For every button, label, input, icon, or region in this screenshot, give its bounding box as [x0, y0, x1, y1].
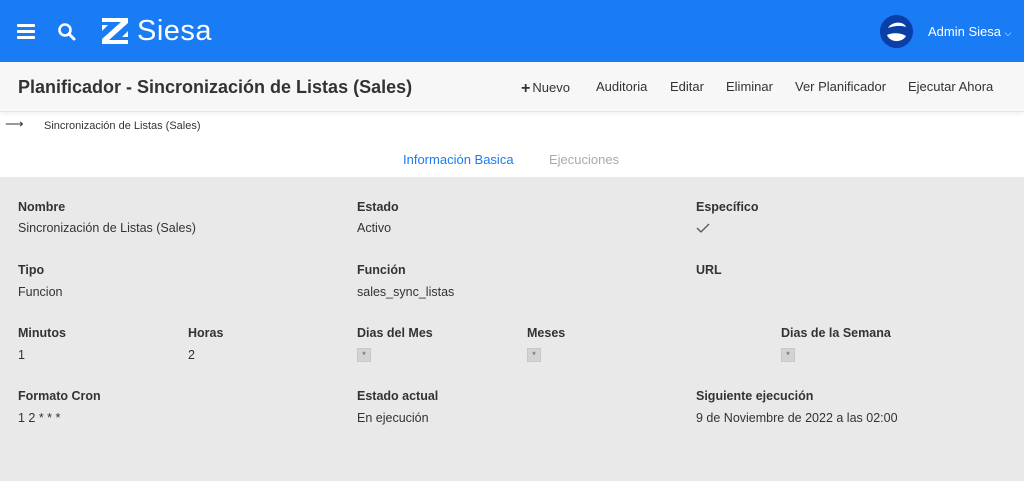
logo-text: Siesa	[137, 15, 213, 47]
hours-value: 2	[188, 348, 195, 362]
chevron-down-icon: ⌵	[1004, 28, 1012, 38]
view-scheduler-button[interactable]: Ver Planificador	[795, 79, 886, 94]
minutes-value: 1	[18, 348, 25, 362]
months-chip: *	[527, 348, 541, 362]
menu-icon[interactable]	[17, 24, 35, 39]
function-value: sales_sync_listas	[357, 285, 455, 299]
arrow-right-icon[interactable]: ⟶	[5, 116, 24, 132]
edit-button[interactable]: Editar	[670, 79, 704, 94]
siesa-avatar-icon	[880, 15, 913, 48]
url-label: URL	[696, 263, 722, 277]
cron-value: 1 2 * * *	[18, 411, 61, 425]
siesa-logo-mark-icon	[102, 18, 128, 44]
type-label: Tipo	[18, 263, 45, 277]
name-value: Sincronización de Listas (Sales)	[18, 221, 196, 235]
state-label: Estado	[357, 200, 399, 214]
minutes-label: Minutos	[18, 326, 66, 340]
detail-panel: Nombre Sincronización de Listas (Sales) …	[0, 177, 1024, 481]
days-week-label: Dias de la Semana	[781, 326, 891, 340]
name-label: Nombre	[18, 200, 66, 214]
breadcrumb: ⟶ Sincronización de Listas (Sales)	[0, 116, 1024, 138]
current-state-value: En ejecución	[357, 411, 429, 425]
tab-ejecuciones[interactable]: Ejecuciones	[549, 152, 619, 167]
type-value: Funcion	[18, 285, 63, 299]
user-name-label: Admin Siesa	[928, 24, 1001, 39]
user-menu[interactable]: Admin Siesa ⌵	[928, 24, 1011, 39]
hours-label: Horas	[188, 326, 224, 340]
state-value: Activo	[357, 221, 392, 235]
new-button[interactable]: + Nuevo	[521, 79, 570, 97]
run-now-button[interactable]: Ejecutar Ahora	[908, 79, 993, 94]
new-button-label: Nuevo	[532, 80, 570, 95]
page-header: Planificador - Sincronización de Listas …	[0, 62, 1024, 112]
cron-label: Formato Cron	[18, 389, 101, 403]
next-run-value: 9 de Noviembre de 2022 a las 02:00	[696, 411, 898, 425]
next-run-label: Siguiente ejecución	[696, 389, 814, 403]
siesa-logo[interactable]: Siesa	[100, 15, 212, 47]
plus-icon: +	[521, 80, 531, 97]
days-week-chip: *	[781, 348, 795, 362]
user-avatar[interactable]	[880, 15, 913, 48]
current-state-label: Estado actual	[357, 389, 439, 403]
search-icon[interactable]	[57, 22, 77, 42]
check-icon	[696, 223, 710, 233]
specific-label: Específico	[696, 200, 759, 214]
tab-informacion-basica[interactable]: Información Basica	[403, 152, 514, 167]
delete-button[interactable]: Eliminar	[726, 79, 773, 94]
function-label: Función	[357, 263, 406, 277]
days-month-label: Dias del Mes	[357, 326, 433, 340]
months-label: Meses	[527, 326, 566, 340]
breadcrumb-item: Sincronización de Listas (Sales)	[44, 120, 201, 132]
top-navigation-bar: Siesa Admin Siesa ⌵	[0, 0, 1024, 62]
days-month-chip: *	[357, 348, 371, 362]
page-title: Planificador - Sincronización de Listas …	[18, 77, 413, 97]
audit-button[interactable]: Auditoria	[596, 79, 647, 94]
